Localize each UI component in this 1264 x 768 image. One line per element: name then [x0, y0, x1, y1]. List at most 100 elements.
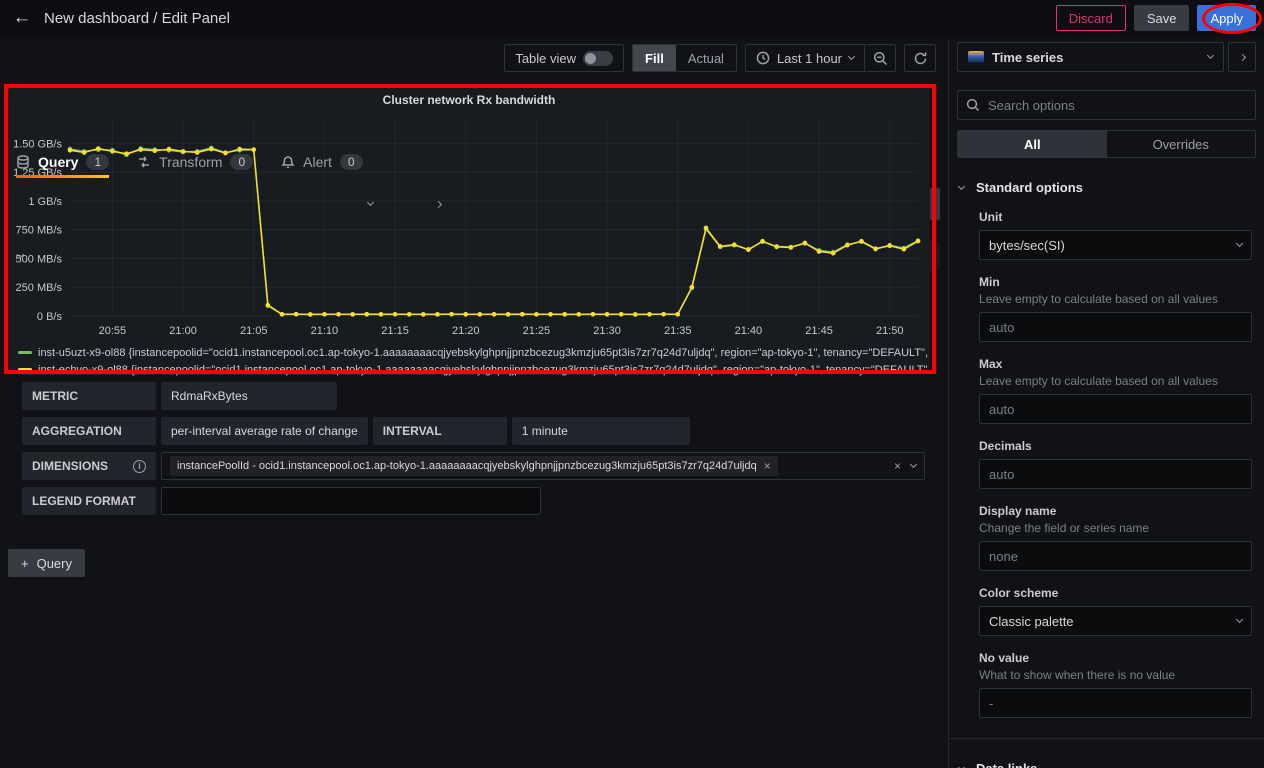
legend-swatch: [18, 351, 32, 354]
legend-series-name: inst-u5uzt-x9-ol88 {instancepoolid="ocid…: [38, 347, 928, 359]
header-actions: Discard Save Apply: [1056, 5, 1256, 31]
no-value-input[interactable]: [979, 688, 1252, 718]
svg-text:1 GB/s: 1 GB/s: [28, 196, 62, 208]
table-view-toggle[interactable]: Table view: [505, 45, 623, 71]
fill-actual-group: Fill Actual: [632, 44, 737, 72]
time-series-icon: [968, 51, 984, 63]
chevron-down-icon: [1207, 52, 1214, 59]
dimensions-multiselect[interactable]: instancePoolId - ocid1.instancepool.oc1.…: [161, 452, 925, 480]
legend-item[interactable]: inst-echvo-x9-ol88 {instancepoolid="ocid…: [18, 361, 928, 378]
search-options-input[interactable]: [988, 98, 1247, 113]
max-input[interactable]: [979, 394, 1252, 424]
chevron-down-icon[interactable]: [910, 461, 917, 468]
actual-option[interactable]: Actual: [676, 45, 736, 71]
decimals-input[interactable]: [979, 459, 1252, 489]
svg-text:21:50: 21:50: [876, 325, 904, 337]
chevron-down-icon: [1236, 240, 1243, 247]
tab-overrides[interactable]: Overrides: [1107, 131, 1256, 157]
panel-toolbar: Table view Fill Actual Last 1 hour: [0, 36, 948, 80]
table-view-group: Table view: [504, 44, 624, 72]
tab-query[interactable]: Query 1: [16, 146, 109, 178]
add-query-button[interactable]: + Query: [8, 549, 85, 577]
chevron-down-icon: [1236, 616, 1243, 623]
remove-tag-icon[interactable]: ×: [764, 459, 771, 473]
visualization-picker[interactable]: Time series: [957, 42, 1224, 72]
table-view-label: Table view: [515, 51, 576, 66]
back-button[interactable]: ←: [8, 4, 36, 32]
color-scheme-select[interactable]: Classic palette: [979, 606, 1252, 636]
max-description: Leave empty to calculate based on all va…: [979, 374, 1252, 388]
unit-select[interactable]: bytes/sec(SI): [979, 230, 1252, 260]
legend-series-name: inst-echvo-x9-ol88 {instancepoolid="ocid…: [38, 364, 928, 376]
standard-options-header[interactable]: Standard options: [949, 180, 1264, 195]
svg-text:750 MB/s: 750 MB/s: [16, 225, 63, 237]
collapse-pane-button[interactable]: [1228, 42, 1256, 72]
legend-format-input[interactable]: [161, 487, 541, 515]
display-name-input[interactable]: [979, 541, 1252, 571]
svg-text:21:30: 21:30: [593, 325, 621, 337]
clear-all-icon[interactable]: ×: [894, 459, 901, 473]
tab-transform-label: Transform: [159, 154, 222, 170]
tab-all[interactable]: All: [958, 131, 1107, 157]
legend-item[interactable]: inst-u5uzt-x9-ol88 {instancepoolid="ocid…: [18, 344, 928, 361]
svg-text:20:55: 20:55: [99, 325, 127, 337]
dimension-tag: instancePoolId - ocid1.instancepool.oc1.…: [170, 456, 778, 476]
svg-text:21:35: 21:35: [664, 325, 692, 337]
tab-transform[interactable]: Transform 0: [137, 146, 253, 178]
info-icon[interactable]: i: [133, 460, 146, 473]
decimals-label: Decimals: [979, 439, 1252, 453]
min-description: Leave empty to calculate based on all va…: [979, 292, 1252, 306]
refresh-group: [904, 44, 936, 72]
transform-icon: [137, 155, 151, 169]
search-icon: [966, 98, 980, 112]
plus-icon: +: [21, 556, 29, 571]
main-column: Table view Fill Actual Last 1 hour: [0, 36, 948, 768]
svg-text:21:45: 21:45: [805, 325, 833, 337]
time-range-picker[interactable]: Last 1 hour: [746, 45, 864, 71]
visualization-name: Time series: [992, 50, 1063, 65]
grafana-edit-panel: ← New dashboard / Edit Panel Discard Sav…: [0, 0, 1264, 768]
min-input[interactable]: [979, 312, 1252, 342]
all-overrides-tabs: All Overrides: [957, 130, 1256, 158]
unit-value: bytes/sec(SI): [989, 238, 1065, 253]
svg-text:21:10: 21:10: [311, 325, 339, 337]
tab-alert[interactable]: Alert 0: [281, 146, 362, 178]
dimensions-label-text: DIMENSIONS: [32, 459, 108, 473]
max-label: Max: [979, 357, 1252, 371]
no-value-description: What to show when there is no value: [979, 668, 1252, 682]
bell-icon: [281, 155, 295, 169]
metric-label: METRIC: [22, 382, 156, 410]
time-range-group: Last 1 hour: [745, 44, 896, 72]
svg-text:250 MB/s: 250 MB/s: [16, 282, 63, 294]
dimensions-label: DIMENSIONS i: [22, 452, 156, 480]
color-scheme-value: Classic palette: [989, 614, 1074, 629]
add-query-row: + Query: [8, 549, 948, 577]
refresh-icon: [913, 51, 928, 66]
svg-text:0 B/s: 0 B/s: [37, 311, 63, 323]
refresh-button[interactable]: [905, 45, 935, 71]
metric-select[interactable]: RdmaRxBytes: [161, 382, 337, 410]
fill-option[interactable]: Fill: [633, 45, 676, 71]
zoom-out-button[interactable]: [865, 45, 895, 71]
chart-panel[interactable]: Cluster network Rx bandwidth 0 B/s 250 MB…: [8, 88, 930, 370]
legend-swatch: [18, 368, 32, 371]
dimension-tag-text: instancePoolId - ocid1.instancepool.oc1.…: [177, 460, 757, 472]
apply-button[interactable]: Apply: [1197, 5, 1256, 31]
data-links-header[interactable]: Data links: [949, 761, 1264, 768]
table-view-switch[interactable]: [583, 51, 613, 66]
aggregation-select[interactable]: per-interval average rate of change: [161, 417, 368, 445]
save-button[interactable]: Save: [1134, 5, 1190, 31]
color-scheme-label: Color scheme: [979, 586, 1252, 600]
data-links-title: Data links: [976, 761, 1037, 768]
chart-title: Cluster network Rx bandwidth: [8, 88, 930, 110]
discard-button[interactable]: Discard: [1056, 5, 1126, 31]
svg-text:21:20: 21:20: [452, 325, 480, 337]
chevron-right-icon: [1238, 53, 1245, 60]
top-header: ← New dashboard / Edit Panel Discard Sav…: [0, 0, 1264, 36]
time-range-label: Last 1 hour: [777, 51, 842, 66]
zoom-out-icon: [873, 51, 888, 66]
alert-count-badge: 0: [340, 154, 363, 170]
interval-select[interactable]: 1 minute: [512, 417, 690, 445]
min-label: Min: [979, 275, 1252, 289]
tab-query-label: Query: [38, 154, 78, 170]
